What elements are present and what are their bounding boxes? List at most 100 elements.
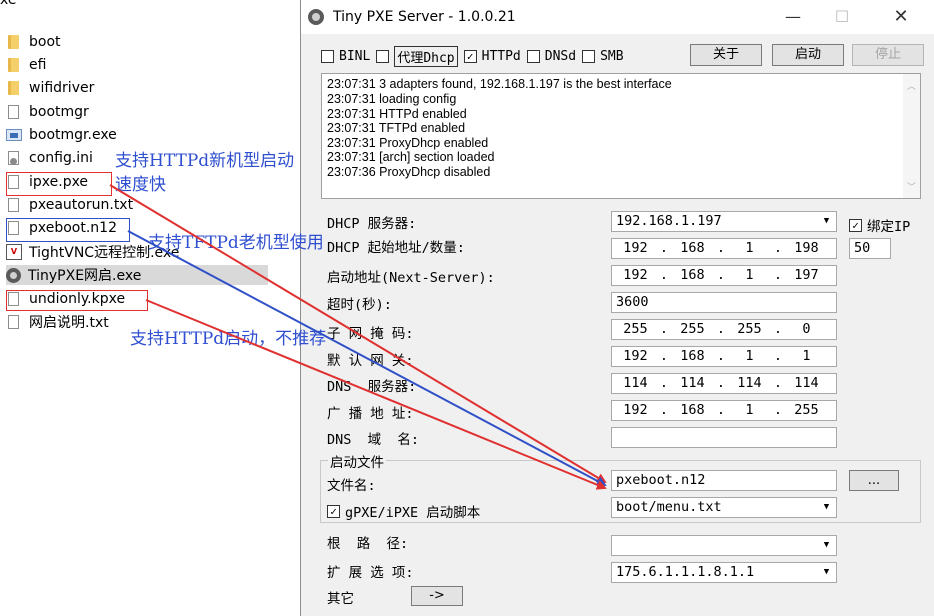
gpxe-script-value: boot/menu.txt: [616, 499, 722, 515]
file-item-bootmgr-exe[interactable]: bootmgr.exe: [6, 125, 268, 145]
dns-domain-label: DNS 域 名:: [327, 432, 420, 448]
other-label: 其它: [327, 591, 354, 607]
file-icon: [8, 315, 19, 329]
ip-octet: 168: [680, 267, 705, 283]
dnsd-checkbox[interactable]: [526, 49, 540, 63]
ip-octet: 1: [802, 348, 811, 364]
title-bar: Tiny PXE Server - 1.0.0.21 — ☐ ✕: [301, 0, 934, 34]
gateway-label: 默 认 网 关:: [327, 353, 414, 369]
dns-domain-input[interactable]: [611, 427, 837, 448]
log-line: 23:07:36 ProxyDhcp disabled: [327, 165, 491, 179]
proxy-dhcp-checkbox[interactable]: [376, 49, 390, 63]
binl-checkbox[interactable]: [321, 49, 334, 63]
timeout-input[interactable]: 3600: [611, 292, 837, 313]
filename-input[interactable]: pxeboot.n12: [611, 470, 837, 491]
file-name: TinyPXE网启.exe: [28, 268, 142, 284]
maximize-button[interactable]: ☐: [822, 6, 862, 28]
file-icon: [8, 105, 19, 119]
ip-octet: 192: [623, 348, 648, 364]
root-path-label: 根 路 径:: [327, 536, 409, 552]
stop-button[interactable]: 停止: [852, 44, 924, 66]
dhcp-count-input[interactable]: 50: [849, 238, 891, 259]
httpd-checkbox[interactable]: ✓: [463, 49, 477, 63]
file-item-tinypxe[interactable]: TinyPXE网启.exe: [6, 265, 268, 285]
ip-octet: 255: [623, 321, 648, 337]
bind-ip-option: ✓ 绑定IP: [849, 215, 910, 235]
ip-octet: 1: [745, 402, 754, 418]
ip-octet: 1: [745, 240, 754, 256]
file-item-boot[interactable]: boot: [6, 32, 268, 52]
file-item-pxeautorun[interactable]: pxeautorun.txt: [6, 195, 268, 215]
scroll-up-icon[interactable]: ︿: [907, 79, 916, 92]
chevron-down-icon[interactable]: ▼: [818, 499, 835, 516]
folder-icon: [6, 80, 22, 96]
scroll-down-icon[interactable]: ﹀: [907, 180, 916, 193]
subnet-mask-label: 子 网 掩 码:: [327, 326, 414, 342]
next-server-label: 启动地址(Next-Server):: [327, 270, 495, 286]
gpxe-checkbox[interactable]: ✓: [327, 504, 340, 518]
timeout-label: 超时(秒):: [327, 297, 392, 313]
highlight-box-ipxe: [6, 172, 112, 196]
boot-file-group-title: 启动文件: [328, 451, 386, 471]
binl-label: BINL: [339, 48, 371, 64]
app-icon: [308, 9, 324, 25]
ip-octet: 1: [745, 267, 754, 283]
close-button[interactable]: ✕: [881, 6, 921, 28]
ip-octet: 168: [680, 402, 705, 418]
ip-octet: 114: [794, 375, 819, 391]
dhcp-server-select[interactable]: 192.168.1.197 ▼: [611, 211, 837, 232]
start-button[interactable]: 启动: [772, 44, 844, 66]
bind-ip-checkbox[interactable]: ✓: [849, 218, 862, 232]
minimize-button[interactable]: —: [773, 6, 813, 28]
file-icon: [8, 198, 19, 212]
dns-server-input[interactable]: 114. 114. 114. 114: [611, 373, 837, 394]
log-line: 23:07:31 ProxyDhcp enabled: [327, 136, 489, 150]
log-scrollbar[interactable]: ︿ ﹀: [903, 74, 920, 198]
chevron-down-icon[interactable]: ▼: [818, 564, 835, 581]
filename-label: 文件名:: [327, 478, 376, 494]
about-button[interactable]: 关于: [690, 44, 762, 66]
ip-octet: 192: [623, 240, 648, 256]
folder-icon: [6, 34, 22, 50]
highlight-box-pxeboot: [6, 218, 130, 242]
file-name: 网启说明.txt: [29, 315, 109, 331]
httpd-label: HTTPd: [481, 48, 521, 64]
log-line: 23:07:31 [arch] section loaded: [327, 150, 495, 164]
pxeboot-note: 支持TFTPd老机型使用: [148, 233, 324, 253]
chevron-down-icon[interactable]: ▼: [818, 537, 835, 554]
gpxe-option: ✓ gPXE/iPXE 启动脚本: [327, 501, 480, 521]
file-name: bootmgr: [29, 104, 89, 120]
file-name: wifidriver: [29, 80, 95, 96]
root-path-select[interactable]: ▼: [611, 535, 837, 556]
ip-octet: 1: [745, 348, 754, 364]
file-item-efi[interactable]: efi: [6, 55, 268, 75]
next-server-ip-input[interactable]: 192. 168. 1. 197: [611, 265, 837, 286]
ip-octet: 192: [623, 402, 648, 418]
ext-options-value: 175.6.1.1.1.8.1.1: [616, 564, 755, 580]
dhcp-start-ip-input[interactable]: 192. 168. 1. 198: [611, 238, 837, 259]
log-line: 23:07:31 loading config: [327, 92, 457, 106]
ext-options-label: 扩 展 选 项:: [327, 565, 414, 581]
file-item-bootmgr[interactable]: bootmgr: [6, 102, 268, 122]
browse-button[interactable]: ...: [849, 470, 899, 491]
undionly-note: 支持HTTPd启动，不推荐: [130, 329, 327, 349]
log-output[interactable]: 23:07:31 3 adapters found, 192.168.1.197…: [321, 73, 921, 199]
chevron-down-icon[interactable]: ▼: [818, 213, 835, 230]
file-name: boot: [29, 34, 61, 50]
dhcp-server-label: DHCP 服务器:: [327, 216, 417, 232]
log-line: 23:07:31 3 adapters found, 192.168.1.197…: [327, 77, 672, 91]
ext-options-select[interactable]: 175.6.1.1.1.8.1.1 ▼: [611, 562, 837, 583]
log-line: 23:07:31 TFTPd enabled: [327, 121, 466, 135]
subnet-mask-input[interactable]: 255. 255. 255. 0: [611, 319, 837, 340]
gateway-input[interactable]: 192. 168. 1. 1: [611, 346, 837, 367]
file-name: config.ini: [29, 150, 93, 166]
ip-octet: 255: [737, 321, 762, 337]
ip-octet: 197: [794, 267, 819, 283]
ip-octet: 255: [794, 402, 819, 418]
file-item-wifidriver[interactable]: wifidriver: [6, 78, 268, 98]
smb-label: SMB: [600, 48, 624, 64]
gpxe-script-select[interactable]: boot/menu.txt ▼: [611, 497, 837, 518]
other-button[interactable]: ->: [411, 586, 463, 606]
smb-checkbox[interactable]: [582, 49, 596, 63]
broadcast-input[interactable]: 192. 168. 1. 255: [611, 400, 837, 421]
